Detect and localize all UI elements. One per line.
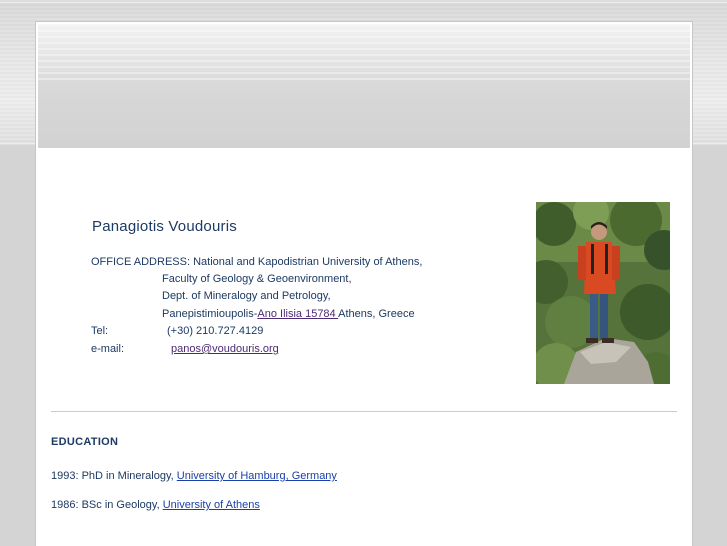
section-divider [51, 411, 677, 412]
education-item-phd: 1993: PhD in Mineralogy, University of H… [51, 470, 337, 482]
address-map-link[interactable]: Ano Ilisia 15784 [257, 308, 338, 320]
office-address-label: OFFICE ADDRESS: National and Kapodistria… [91, 256, 423, 268]
profile-name: Panagiotis Voudouris [92, 218, 237, 235]
email-link[interactable]: panos@voudouris.org [171, 343, 279, 356]
tel-label: Tel: [91, 325, 109, 337]
address-city-prefix: Panepistimioupolis- [162, 308, 258, 320]
education-item-bsc-text: 1986: BSc in Geology, [51, 499, 163, 511]
university-hamburg-link[interactable]: University of Hamburg, Germany [177, 470, 337, 482]
tel-value: (+30) 210.727.4129 [167, 325, 264, 337]
page-container: Panagiotis Voudouris OFFICE ADDRESS: Nat… [35, 21, 693, 546]
education-item-bsc: 1986: BSc in Geology, University of Athe… [51, 499, 260, 511]
address-line-faculty: Faculty of Geology & Geoenvironment, [162, 273, 352, 285]
university-athens-link[interactable]: University of Athens [163, 499, 260, 511]
header-banner [38, 24, 690, 148]
profile-photo [536, 202, 670, 384]
education-item-phd-text: 1993: PhD in Mineralogy, [51, 470, 177, 482]
address-line-dept: Dept. of Mineralogy and Petrology, [162, 290, 331, 302]
address-city-suffix: Athens, Greece [338, 308, 415, 320]
education-heading: EDUCATION [51, 436, 119, 448]
address-line-city: Panepistimioupolis-Ano Ilisia 15784 Athe… [162, 308, 415, 321]
email-label: e-mail: [91, 343, 125, 355]
